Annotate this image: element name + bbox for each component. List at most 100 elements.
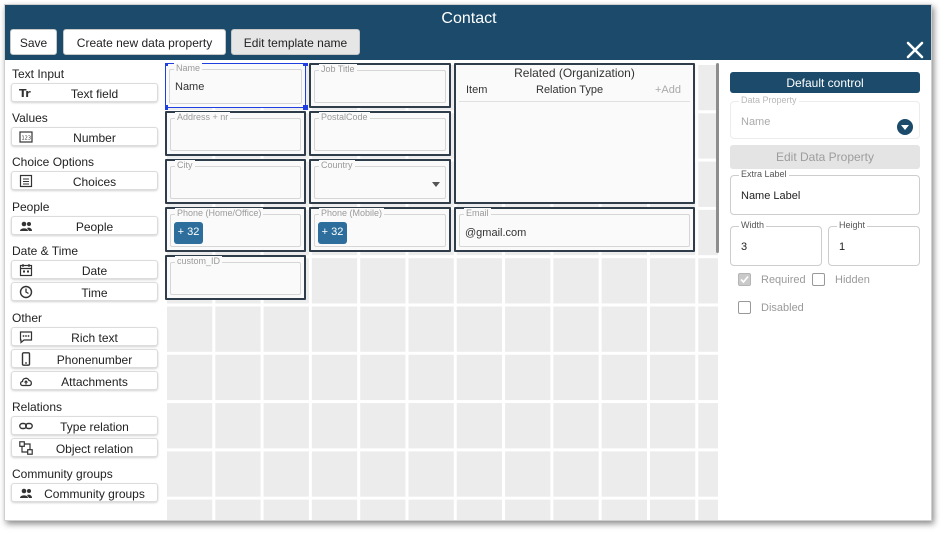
field-label: Name [174,63,203,73]
field-frame [170,166,301,199]
field-value: 1 [839,241,846,253]
layout-canvas[interactable]: Name Name Job Title Related (Organizatio… [165,63,718,520]
resize-handle[interactable] [303,63,308,66]
field-frame [314,118,446,151]
checkmark-icon [740,275,749,284]
field-postal-code[interactable]: PostalCode [309,111,451,156]
edit-data-property-button[interactable]: Edit Data Property [730,145,920,169]
tool-label: Time [81,286,108,300]
text-format-icon: Tr [19,87,31,100]
tool-time[interactable]: Time [11,282,158,301]
field-value: 3 [741,241,748,253]
tool-community-groups[interactable]: Community groups [11,483,158,502]
field-value: Name [175,81,205,93]
edit-template-name-button[interactable]: Edit template name [231,29,360,55]
group-title-relations: Relations [12,400,63,414]
field-city[interactable]: City [165,159,306,204]
tool-type-relation[interactable]: Type relation [11,416,158,435]
field-label: Extra Label [739,169,789,179]
field-label: PostalCode [319,112,370,122]
default-control-button[interactable]: Default control [730,72,920,93]
hidden-checkbox[interactable] [812,273,825,286]
group-title-text-input: Text Input [12,67,65,81]
country-code-chip[interactable]: + 32 [318,222,347,244]
tool-label: Number [73,131,116,145]
tool-rich-text[interactable]: Rich text [11,327,158,346]
field-label: Address + nr [175,112,231,122]
required-checkbox[interactable] [738,273,751,286]
tool-choices[interactable]: Choices [11,171,158,190]
link-icon [19,422,33,430]
field-address[interactable]: Address + nr [165,111,306,156]
tool-label: Attachments [61,375,128,389]
width-input[interactable]: Width 3 [730,220,822,266]
resize-handle[interactable] [165,63,168,66]
tool-phonenumber[interactable]: Phonenumber [11,349,158,368]
tool-label: Type relation [60,420,129,434]
tool-number[interactable]: 123 Number [11,127,158,146]
tool-label: Choices [72,175,117,189]
field-label: Email [464,208,491,218]
field-name[interactable]: Name Name [165,63,308,110]
tool-label: People [75,220,114,234]
field-phone-home[interactable]: Phone (Home/Office) + 32 [165,207,306,252]
extra-label-input[interactable]: Extra Label Name Label [730,169,920,215]
svg-text:Tr: Tr [19,87,31,100]
chevron-down-icon[interactable] [432,182,440,187]
field-phone-mobile[interactable]: Phone (Mobile) + 32 [309,207,451,252]
field-value: Name Label [741,190,801,202]
column-header-relation-type: Relation Type [536,84,604,96]
field-label: Country [319,160,355,170]
resize-handle[interactable] [165,105,168,110]
group-title-community-groups: Community groups [12,467,113,481]
number-icon: 123 [19,131,33,143]
people-icon [20,488,32,498]
related-organization-table[interactable]: Related (Organization) Item Relation Typ… [454,63,695,204]
disabled-checkbox[interactable] [738,301,751,314]
group-title-date-time: Date & Time [12,244,79,258]
field-email[interactable]: Email @gmail.com [454,207,695,252]
disabled-label: Disabled [761,302,804,314]
required-label: Required [761,274,806,286]
field-country[interactable]: Country [309,159,451,204]
tool-date[interactable]: Date [11,260,158,279]
calendar-icon [19,264,33,277]
field-frame [314,166,446,199]
tool-label: Text field [70,87,119,101]
tool-object-relation[interactable]: Object relation [11,438,158,457]
tool-label: Rich text [71,331,118,345]
height-input[interactable]: Height 1 [828,220,920,266]
field-label: custom_ID [175,256,223,266]
field-job-title[interactable]: Job Title [309,63,451,108]
control-palette: Text Input Tr Text field Values 123 Numb… [5,63,163,520]
field-label: City [175,160,195,170]
field-label: Width [739,220,767,230]
field-label: Phone (Home/Office) [175,208,264,218]
field-label: Phone (Mobile) [319,208,385,218]
phone-icon [21,352,31,366]
column-header-item: Item [466,84,488,96]
field-frame [314,70,446,103]
cloud-upload-icon [19,377,32,387]
chevron-down-icon[interactable] [897,119,913,135]
template-editor-window: Contact Save Create new data property Ed… [4,4,932,521]
add-relation-button[interactable]: +Add [655,84,681,96]
country-code-chip[interactable]: + 32 [174,222,203,244]
field-value: Name [741,116,771,128]
tool-text-field[interactable]: Tr Text field [11,83,158,102]
tool-label: Date [81,264,108,278]
resize-handle[interactable] [303,105,308,110]
list-icon [19,174,33,188]
field-custom-id[interactable]: custom_ID [165,255,306,300]
field-label: Job Title [319,64,357,74]
tool-attachments[interactable]: Attachments [11,371,158,390]
tool-people[interactable]: People [11,216,158,235]
create-data-property-button[interactable]: Create new data property [63,29,226,55]
save-button[interactable]: Save [10,29,57,55]
data-property-select[interactable]: Data Property Name [730,95,920,139]
properties-panel: Default control Data Property Name Edit … [725,63,931,520]
canvas-scrollbar[interactable] [716,63,719,253]
close-icon[interactable] [905,40,925,60]
group-title-values: Values [12,111,48,125]
clock-icon [19,285,33,299]
